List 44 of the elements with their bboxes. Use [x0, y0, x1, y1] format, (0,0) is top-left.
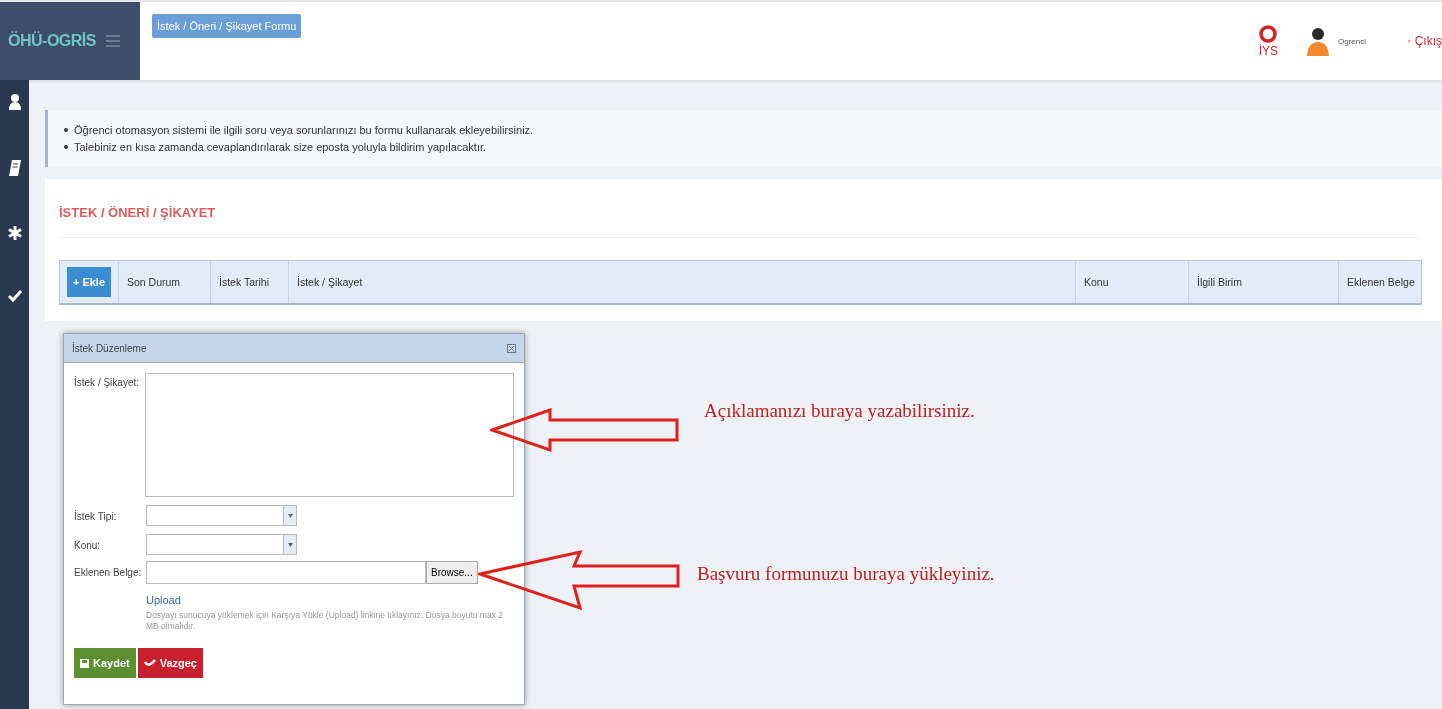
user-avatar-icon[interactable]: [1306, 26, 1330, 56]
column-header[interactable]: Son Durum: [127, 276, 181, 288]
field-label: Konu:: [74, 539, 102, 551]
lifebuoy-icon: [1259, 24, 1278, 44]
cancel-button[interactable]: Vazgeç: [137, 648, 203, 678]
page-title-badge: İstek / Öneri / Şikayet Formu: [152, 14, 302, 38]
text-area[interactable]: [145, 373, 514, 497]
book-icon[interactable]: [8, 160, 21, 176]
checkmark-icon[interactable]: [7, 290, 22, 302]
caret-icon: [287, 542, 293, 547]
dropdown[interactable]: [146, 505, 297, 526]
user-name[interactable]: Ogrenci: [1338, 36, 1366, 46]
dialog-title: İstek Düzenleme: [72, 342, 147, 354]
info-text: Talebiniz en kısa zamanda cevaplandırılarak size eposta yoluyla bildirim yapılacaktır.: [74, 141, 487, 153]
caret-icon: [287, 513, 293, 518]
bullet-icon: [64, 128, 68, 132]
info-text: Öğrenci otomasyon sistemi ile ilgili soru veya sorunlarınızı bu formu kullanarak ekleyebilirsiniz.: [74, 124, 534, 136]
browse-button[interactable]: Browse...: [426, 561, 478, 584]
add-button[interactable]: + Ekle: [66, 267, 112, 297]
bullet-icon: [64, 145, 68, 149]
section-title: İSTEK / ÖNERİ / ŞİKAYET: [59, 205, 1422, 238]
annotation-text: Başvuru formunuzu buraya yükleyiniz.: [697, 563, 995, 585]
field-label: İstek / Şikayet:: [74, 375, 141, 388]
logo[interactable]: ÖHÜ-OGRİS: [8, 32, 96, 50]
field-label: Eklenen Belge:: [74, 566, 143, 578]
floppy-icon: [80, 658, 89, 668]
dropdown[interactable]: [146, 534, 297, 555]
menu-icon[interactable]: [105, 35, 120, 47]
upload-hint: Dosyayı sunucuya yüklemek için Karşıya Yükle (Upload) linkine tıklayınız. Dosya boyutu max 2 MB olmalıdır.: [146, 610, 504, 632]
field-label: İstek Tipi:: [74, 509, 118, 522]
upload-link[interactable]: Upload: [146, 594, 514, 606]
column-header[interactable]: Konu: [1084, 276, 1109, 288]
user-icon[interactable]: [8, 94, 21, 110]
column-header[interactable]: İstek / Şikayet: [297, 276, 363, 288]
save-button[interactable]: Kaydet: [74, 648, 136, 678]
column-header[interactable]: İlgili Birim: [1197, 276, 1242, 288]
help-link[interactable]: İYS: [1258, 24, 1278, 58]
column-header[interactable]: İstek Tarihi: [219, 276, 269, 288]
asterisk-icon[interactable]: [7, 226, 22, 240]
annotation-text: Açıklamanızı buraya yazabilirsiniz.: [704, 400, 975, 422]
column-header[interactable]: Eklenen Belge: [1347, 276, 1415, 288]
logout-link[interactable]: Çıkış: [1408, 34, 1442, 48]
close-icon[interactable]: [507, 343, 516, 353]
file-input[interactable]: [146, 561, 426, 584]
